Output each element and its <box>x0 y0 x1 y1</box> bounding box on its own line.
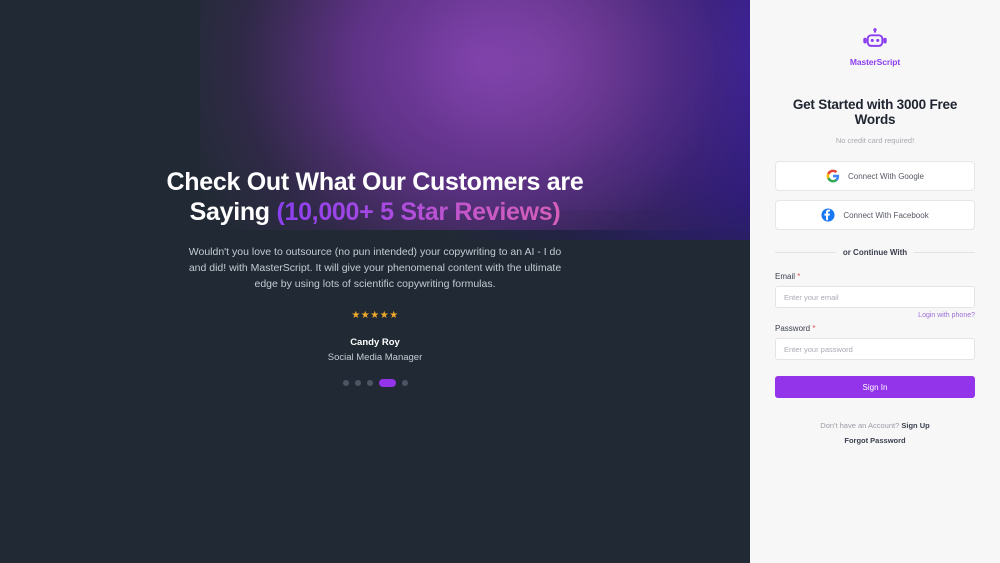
email-label: Email * <box>775 272 975 281</box>
email-required-mark: * <box>797 272 801 281</box>
login-with-phone-link[interactable]: Login with phone? <box>775 312 975 319</box>
testimonial-author-name: Candy Roy <box>350 336 400 348</box>
divider-label: or Continue With <box>842 248 908 257</box>
carousel-dots <box>165 378 585 387</box>
auth-subheading: No credit card required! <box>835 136 915 145</box>
carousel-dot-5[interactable] <box>401 379 408 386</box>
divider-line-left <box>775 252 836 253</box>
google-signin-label: Connect With Google <box>847 171 925 181</box>
email-label-text: Email <box>775 272 796 281</box>
signin-page: Check Out What Our Customers are Saying … <box>0 0 1000 563</box>
star-rating-icon: ★★★★★ <box>351 309 399 321</box>
password-label: Password * <box>775 324 975 333</box>
password-field-group: Password * <box>775 324 975 360</box>
brand-name: MasterScript <box>849 57 901 67</box>
carousel-dot-1[interactable] <box>342 379 349 386</box>
forgot-password-link[interactable]: Forgot Password <box>820 436 929 445</box>
testimonial-panel: Check Out What Our Customers are Saying … <box>0 0 750 563</box>
divider: or Continue With <box>775 248 976 257</box>
brand-logo[interactable]: MasterScript <box>850 28 900 67</box>
auth-panel: MasterScript Get Started with 3000 Free … <box>750 0 1000 563</box>
password-required-mark: * <box>812 324 816 333</box>
facebook-signin-button[interactable]: Connect With Facebook <box>775 200 975 230</box>
auth-footer: Don't have an Account? Sign Up Forgot Pa… <box>820 421 929 445</box>
divider-line-right <box>914 252 976 253</box>
sign-in-button[interactable]: Sign In <box>775 376 975 398</box>
google-signin-button[interactable]: Connect With Google <box>775 161 975 191</box>
password-input[interactable] <box>775 338 975 360</box>
signup-prompt: Don't have an Account? Sign Up <box>820 421 929 430</box>
google-icon <box>826 169 840 183</box>
carousel-dot-3[interactable] <box>366 379 373 386</box>
testimonial-author-role: Social Media Manager <box>327 351 423 363</box>
headline-highlight: (10,000+ 5 Star Reviews) <box>276 197 561 226</box>
testimonial-paragraph: Wouldn't you love to outsource (no pun i… <box>188 245 562 291</box>
password-label-text: Password <box>775 324 811 333</box>
testimonial-card: Check Out What Our Customers are Saying … <box>165 168 585 387</box>
facebook-icon <box>821 208 835 222</box>
email-input[interactable] <box>775 286 975 308</box>
sign-up-link[interactable]: Sign Up <box>901 421 929 430</box>
facebook-signin-label: Connect With Facebook <box>843 210 929 220</box>
carousel-dot-2[interactable] <box>354 379 361 386</box>
email-field-group: Email * <box>775 272 975 308</box>
robot-icon <box>863 28 887 47</box>
auth-heading: Get Started with 3000 Free Words <box>792 97 958 127</box>
carousel-dot-4-active[interactable] <box>378 378 396 387</box>
page-title: Check Out What Our Customers are Saying … <box>165 168 585 227</box>
signup-prompt-text: Don't have an Account? <box>820 421 900 430</box>
